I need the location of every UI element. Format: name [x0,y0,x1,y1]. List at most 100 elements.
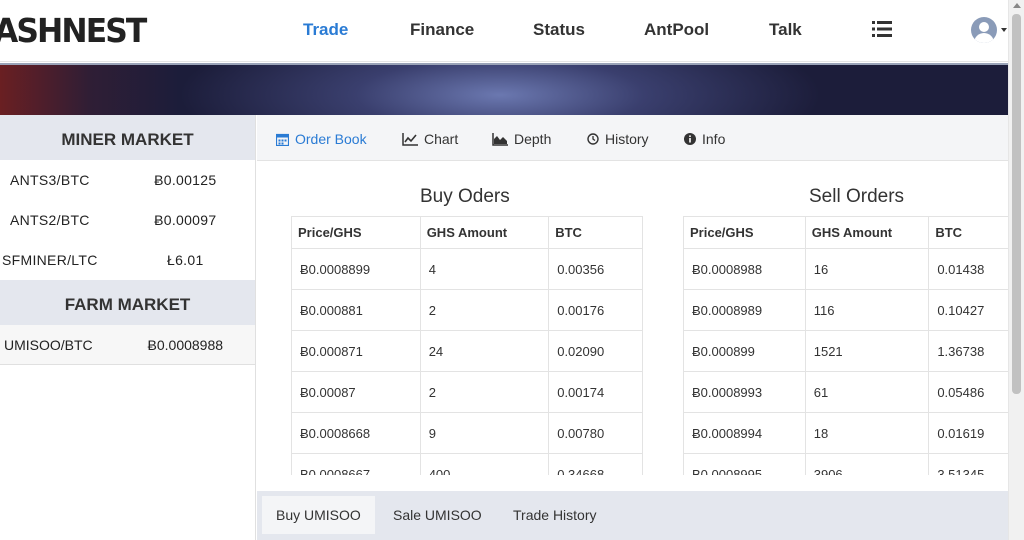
order-book-panel: Buy Oders Price/GHS GHS Amount BTC Ƀ0.00… [257,162,1008,475]
miner-market-title: MINER MARKET [0,115,255,160]
nav-finance[interactable]: Finance [410,20,474,40]
table-cell: 0.01619 [928,412,1008,454]
table-row[interactable]: Ƀ0.0008667 400 0.34668 [291,453,643,475]
buy-orders-title: Buy Oders [420,186,510,207]
clock-icon [587,133,599,145]
scroll-up-arrow-icon[interactable] [1013,3,1021,8]
table-row[interactable]: Ƀ0.0008989 116 0.10427 [683,289,1008,331]
table-cell: Ƀ0.0008993 [683,371,806,413]
table-cell: 3.51345 [928,453,1008,475]
chevron-down-icon[interactable] [1001,28,1007,32]
tab-sale-umisoo[interactable]: Sale UMISOO [379,496,496,534]
table-cell: Ƀ0.000899 [683,330,806,372]
table-row[interactable]: Ƀ0.00087 2 0.00174 [291,371,643,413]
column-header: GHS Amount [419,216,550,249]
table-cell: 0.05486 [928,371,1008,413]
table-cell: 2 [419,289,550,331]
table-cell: 16 [804,248,930,290]
table-cell: 9 [419,412,550,454]
table-cell: Ƀ0.000881 [291,289,421,331]
table-cell: 0.00174 [548,371,643,413]
table-cell: Ƀ0.0008668 [291,412,421,454]
tab-order-book[interactable]: Order Book [276,131,367,147]
nav-status[interactable]: Status [533,20,585,40]
table-cell: 24 [419,330,550,372]
table-row[interactable]: Ƀ0.0008988 16 0.01438 [683,248,1008,290]
column-header: BTC [548,216,643,249]
buy-orders-table: Price/GHS GHS Amount BTC Ƀ0.0008899 4 0.00… [291,216,643,475]
nav-antpool[interactable]: AntPool [644,20,709,40]
table-row[interactable]: Ƀ0.0008994 18 0.01619 [683,412,1008,454]
table-cell: 2 [419,371,550,413]
table-cell: 0.00176 [548,289,643,331]
scrollbar-thumb[interactable] [1012,14,1021,394]
column-header: Price/GHS [683,216,806,249]
tab-label: History [605,131,649,147]
table-cell: 116 [804,289,930,331]
table-cell: 400 [419,453,550,475]
market-row-umisoo[interactable]: UMISOO/BTC Ƀ0.0008988 [0,325,255,365]
area-chart-icon [492,132,508,146]
market-price: Ł6.01 [167,252,204,268]
market-row-ants2[interactable]: ANTS2/BTC Ƀ0.00097 [0,200,255,240]
table-row[interactable]: Ƀ0.0008995 3906 3.51345 [683,453,1008,475]
table-row[interactable]: Ƀ0.0008899 4 0.00356 [291,248,643,290]
table-cell: 61 [804,371,930,413]
table-cell: Ƀ0.00087 [291,371,421,413]
table-row[interactable]: Ƀ0.000871 24 0.02090 [291,330,643,372]
market-pair: ANTS2/BTC [10,212,90,228]
table-cell: 0.10427 [928,289,1008,331]
top-navbar: ASHNEST Trade Finance Status AntPool Tal… [0,0,1008,62]
table-row[interactable]: Ƀ0.000899 1521 1.36738 [683,330,1008,372]
info-icon [684,133,696,145]
table-header-row: Price/GHS GHS Amount BTC [291,216,643,249]
tab-info[interactable]: Info [684,131,725,147]
orderbook-tabs: Order Book Chart Depth History Info [257,115,1008,161]
tab-label: Depth [514,131,552,147]
column-header: GHS Amount [804,216,930,249]
market-price: Ƀ0.0008988 [147,336,224,353]
table-row[interactable]: Ƀ0.0008993 61 0.05486 [683,371,1008,413]
market-pair: ANTS3/BTC [10,172,90,188]
sell-orders-title: Sell Orders [809,186,905,207]
tab-label: Order Book [295,131,367,147]
table-cell: 0.02090 [548,330,643,372]
market-sidebar: MINER MARKET ANTS3/BTC Ƀ0.00125 ANTS2/BT… [0,115,256,540]
table-cell: Ƀ0.0008988 [683,248,806,290]
tab-label: Chart [424,131,459,147]
table-cell: Ƀ0.000871 [291,330,421,372]
nav-trade[interactable]: Trade [303,20,348,40]
table-row[interactable]: Ƀ0.000881 2 0.00176 [291,289,643,331]
table-cell: Ƀ0.0008899 [291,248,421,290]
table-header-row: Price/GHS GHS Amount BTC [683,216,1008,249]
table-cell: Ƀ0.0008995 [683,453,806,475]
market-pair: UMISOO/BTC [4,336,93,353]
tab-buy-umisoo[interactable]: Buy UMISOO [262,496,375,534]
tab-history[interactable]: History [587,131,649,147]
brand-logo[interactable]: ASHNEST [0,11,147,50]
nav-talk[interactable]: Talk [769,20,802,40]
list-menu-icon[interactable] [872,20,892,38]
calendar-icon [276,133,289,146]
table-cell: 18 [804,412,930,454]
table-cell: 4 [419,248,550,290]
trade-action-tabs: Buy UMISOO Sale UMISOO Trade History [257,491,1008,540]
market-pair: SFMINER/LTC [2,252,98,268]
line-chart-icon [402,132,418,146]
table-row[interactable]: Ƀ0.0008668 9 0.00780 [291,412,643,454]
table-cell: 0.34668 [548,453,643,475]
user-avatar-icon[interactable] [971,17,997,43]
page-scrollbar[interactable] [1008,0,1024,540]
table-cell: 1521 [804,330,930,372]
market-price: Ƀ0.00125 [154,172,217,188]
sell-orders-table: Price/GHS GHS Amount BTC Ƀ0.0008988 16 0.0… [683,216,1008,475]
tab-chart[interactable]: Chart [402,131,458,147]
tab-depth[interactable]: Depth [492,131,551,147]
table-cell: 0.00356 [548,248,643,290]
market-row-sfminer[interactable]: SFMINER/LTC Ł6.01 [0,240,255,280]
tab-trade-history[interactable]: Trade History [499,496,611,534]
market-row-ants3[interactable]: ANTS3/BTC Ƀ0.00125 [0,160,255,200]
table-cell: 0.01438 [928,248,1008,290]
table-cell: 1.36738 [928,330,1008,372]
table-cell: 0.00780 [548,412,643,454]
